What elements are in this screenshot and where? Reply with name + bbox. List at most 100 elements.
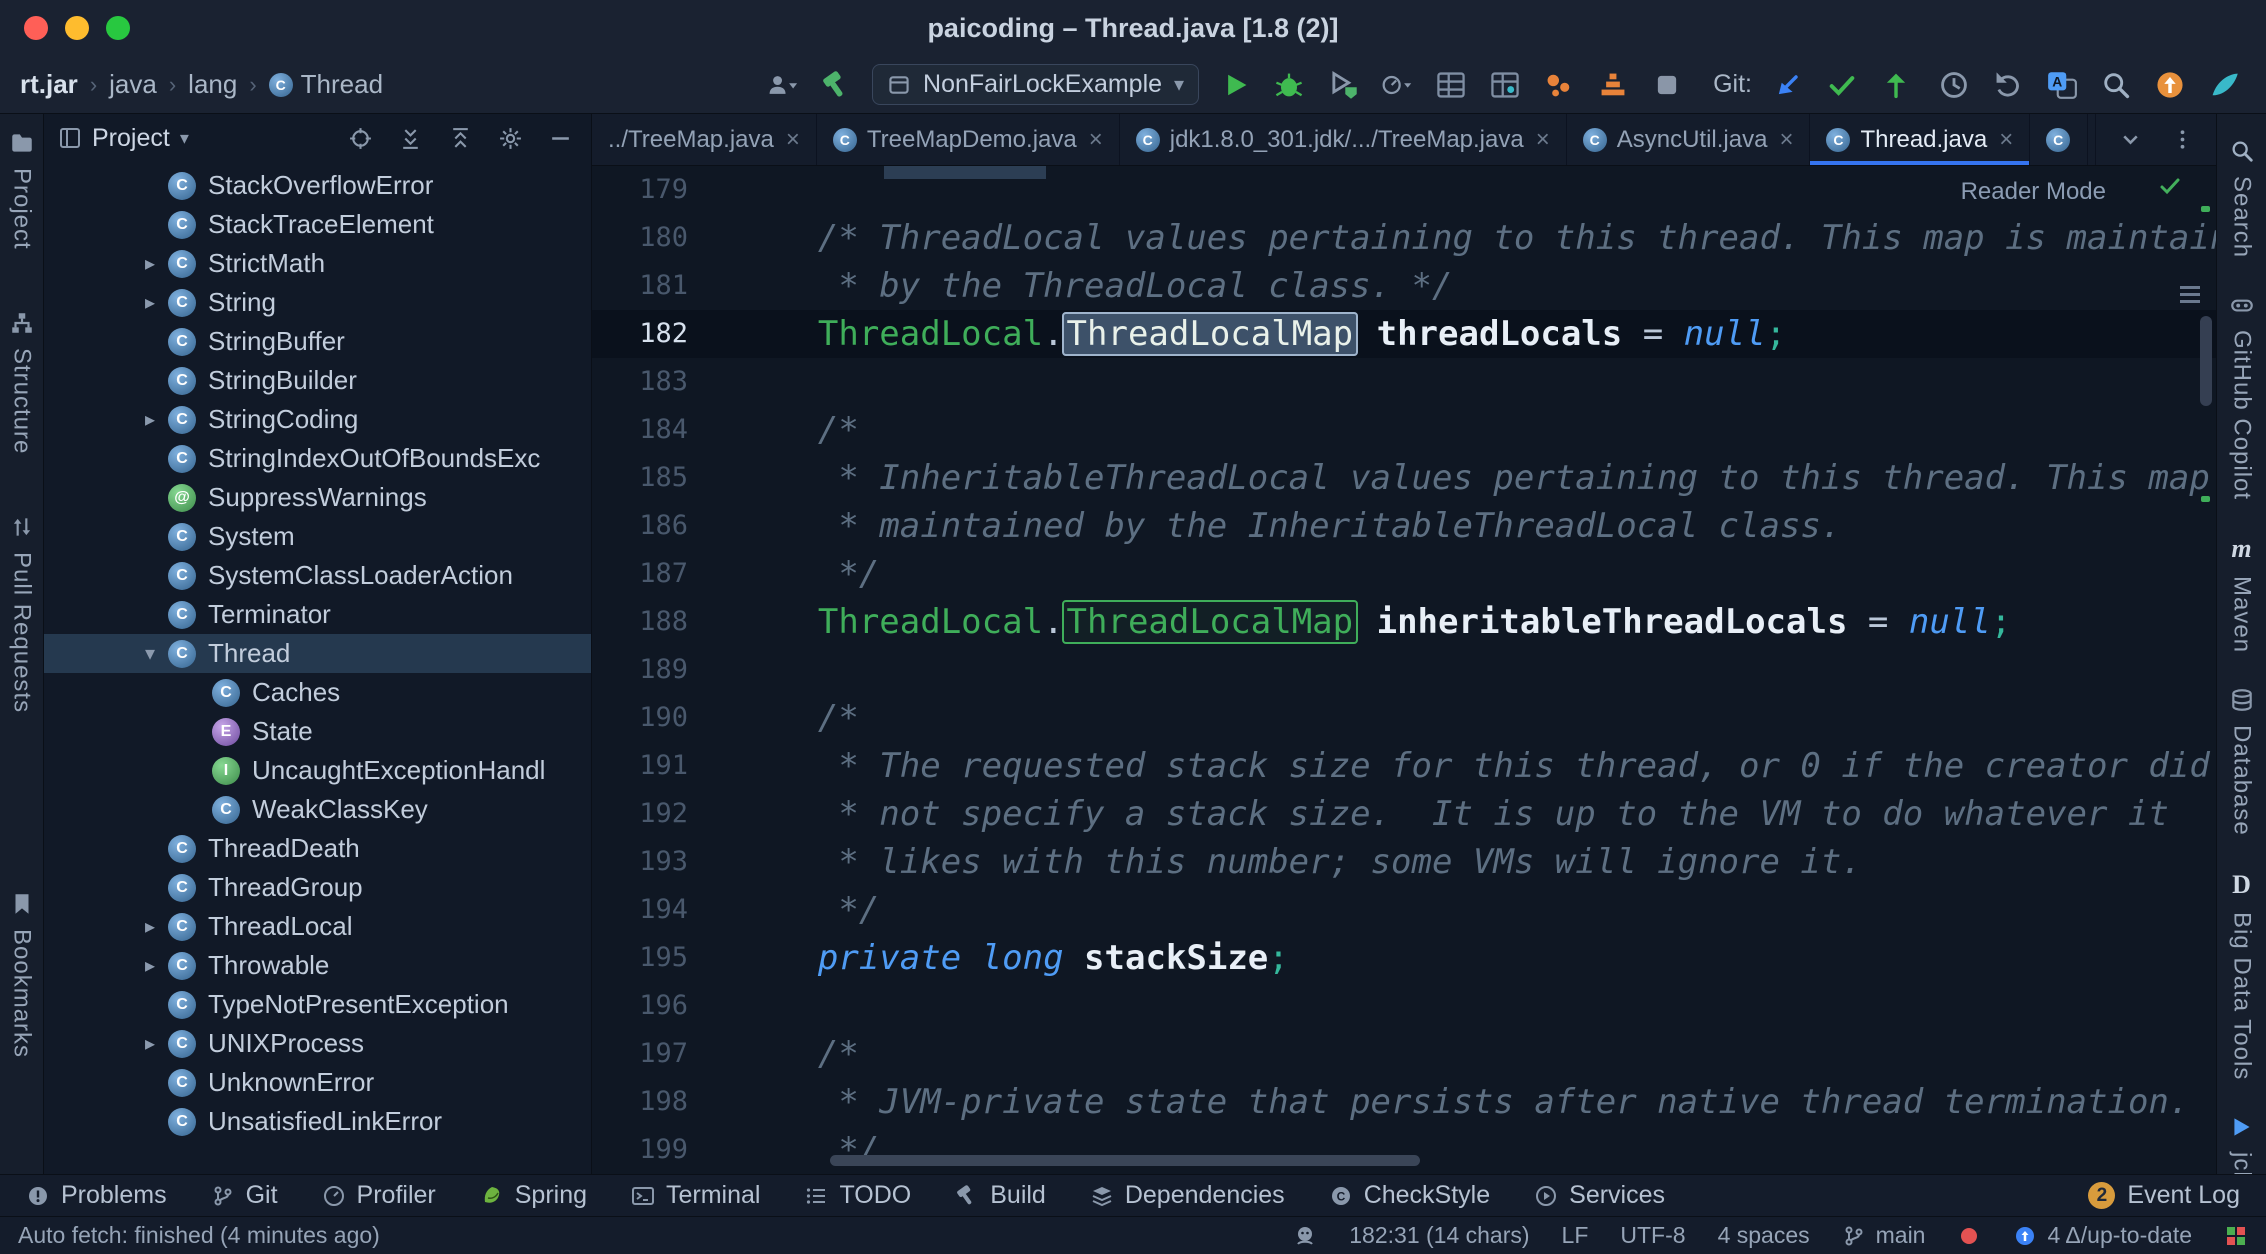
code-line-190[interactable]: 190 /* [592, 694, 2216, 742]
editor-tab-thread-java[interactable]: CThread.java× [1810, 114, 2030, 165]
tool-stripe-button-structure[interactable]: Structure [8, 310, 36, 454]
git-branch-widget[interactable]: main [1842, 1222, 1926, 1249]
tree-item-threadgroup[interactable]: CThreadGroup [44, 868, 591, 907]
tree-item-unknownerror[interactable]: CUnknownError [44, 1063, 591, 1102]
sync-status-widget[interactable]: 4 Δ/up-to-date [2013, 1222, 2192, 1249]
code-line-196[interactable]: 196 [592, 982, 2216, 1030]
tool-window-button-spring[interactable]: Spring [480, 1181, 587, 1210]
hidden-tabs-icon[interactable] [2108, 119, 2152, 161]
code-analysis-icon[interactable] [2180, 286, 2200, 303]
tool-window-button-dependencies[interactable]: Dependencies [1090, 1181, 1285, 1210]
horizontal-scrollbar[interactable] [830, 1155, 1420, 1166]
code-with-me-icon[interactable] [2202, 64, 2246, 106]
tool-stripe-button-search[interactable]: Search [2228, 138, 2256, 258]
event-log-button[interactable]: 2 Event Log [2088, 1181, 2240, 1210]
thread-dump-icon[interactable] [1483, 64, 1527, 106]
code-line-180[interactable]: 180 /* ThreadLocal values pertaining to … [592, 214, 2216, 262]
tree-item-stacktraceelement[interactable]: CStackTraceElement [44, 205, 591, 244]
editor-tab-partial[interactable]: C [2030, 114, 2088, 165]
history-icon[interactable] [1932, 64, 1976, 106]
tree-item-suppresswarnings[interactable]: @SuppressWarnings [44, 478, 591, 517]
code-line-187[interactable]: 187 */ [592, 550, 2216, 598]
code-line-189[interactable]: 189 [592, 646, 2216, 694]
search-icon[interactable] [2094, 64, 2138, 106]
tool-window-button-checkstyle[interactable]: CCheckStyle [1329, 1181, 1490, 1210]
code-line-188[interactable]: 188 ThreadLocal.ThreadLocalMap inheritab… [592, 598, 2216, 646]
run-coverage-icon[interactable] [1321, 64, 1365, 106]
tool-stripe-button-project[interactable]: Project [8, 130, 36, 250]
translate-icon[interactable]: A [2040, 64, 2084, 106]
hide-icon[interactable] [543, 121, 577, 155]
code-line-181[interactable]: 181 * by the ThreadLocal class. */ [592, 262, 2216, 310]
tree-item-uncaughtexceptionhandl[interactable]: IUncaughtExceptionHandl [44, 751, 591, 790]
code-line-182[interactable]: 182 ThreadLocal.ThreadLocalMap threadLoc… [592, 310, 2216, 358]
code-line-193[interactable]: 193 * likes with this number; some VMs w… [592, 838, 2216, 886]
settings-icon[interactable] [493, 121, 527, 155]
chevron-down-icon[interactable]: ▾ [180, 128, 189, 149]
profiler-icon[interactable] [1375, 64, 1419, 106]
tool-stripe-button-database[interactable]: Database [2228, 687, 2256, 836]
tree-item-stackoverflowerror[interactable]: CStackOverflowError [44, 166, 591, 205]
tree-chevron[interactable]: ▸ [132, 407, 168, 432]
close-button[interactable] [24, 16, 48, 40]
code-line-198[interactable]: 198 * JVM-private state that persists af… [592, 1078, 2216, 1126]
tool-window-button-services[interactable]: Services [1534, 1181, 1665, 1210]
async-profiler-icon[interactable] [1537, 64, 1581, 106]
breadcrumb-item-rt-jar[interactable]: rt.jar [20, 69, 78, 100]
tree-chevron[interactable]: ▸ [132, 953, 168, 978]
push-icon[interactable] [1874, 64, 1918, 106]
tree-item-system[interactable]: CSystem [44, 517, 591, 556]
code-editor[interactable]: 179180 /* ThreadLocal values pertaining … [592, 166, 2216, 1174]
flame-graph-icon[interactable] [1591, 64, 1635, 106]
tree-item-stringcoding[interactable]: ▸CStringCoding [44, 400, 591, 439]
close-icon[interactable]: × [1999, 126, 2013, 154]
tree-item-state[interactable]: EState [44, 712, 591, 751]
github-icon[interactable] [1293, 1224, 1317, 1248]
inspections-icon[interactable] [2158, 174, 2182, 198]
run-icon[interactable] [1213, 64, 1257, 106]
tree-chevron[interactable]: ▸ [132, 290, 168, 315]
breadcrumb-item-thread[interactable]: CThread [269, 69, 383, 100]
close-icon[interactable]: × [1536, 126, 1550, 154]
tool-stripe-button-pull-requests[interactable]: Pull Requests [8, 514, 36, 713]
minimize-button[interactable] [65, 16, 89, 40]
tool-window-button-problems[interactable]: Problems [26, 1181, 167, 1210]
tree-item-string[interactable]: ▸CString [44, 283, 591, 322]
code-line-184[interactable]: 184 /* [592, 406, 2216, 454]
tree-item-stringindexoutofboundsexc[interactable]: CStringIndexOutOfBoundsExc [44, 439, 591, 478]
tool-window-button-terminal[interactable]: Terminal [631, 1181, 760, 1210]
tree-chevron[interactable]: ▸ [132, 1031, 168, 1056]
tool-window-button-build[interactable]: Build [955, 1181, 1046, 1210]
editor-tab-treemapdemo-java[interactable]: CTreeMapDemo.java× [817, 114, 1120, 165]
tool-stripe-button-maven[interactable]: mMaven [2228, 534, 2256, 653]
tree-item-terminator[interactable]: CTerminator [44, 595, 591, 634]
concurrency-diagram-icon[interactable] [1429, 64, 1473, 106]
code-line-192[interactable]: 192 * not specify a stack size. It is up… [592, 790, 2216, 838]
close-icon[interactable]: × [786, 126, 800, 154]
update-project-icon[interactable] [1766, 64, 1810, 106]
background-tasks-icon[interactable] [2224, 1224, 2248, 1248]
run-configuration-select[interactable]: NonFairLockExample ▾ [872, 64, 1199, 105]
line-separator[interactable]: LF [1562, 1222, 1589, 1249]
tool-stripe-button-big-data-tools[interactable]: DBig Data Tools [2228, 870, 2256, 1080]
close-icon[interactable]: × [1089, 126, 1103, 154]
tree-item-throwable[interactable]: ▸CThrowable [44, 946, 591, 985]
tree-item-typenotpresentexception[interactable]: CTypeNotPresentException [44, 985, 591, 1024]
more-icon[interactable] [2160, 119, 2204, 161]
tool-window-button-todo[interactable]: TODO [804, 1181, 911, 1210]
code-line-199[interactable]: 199 */ [592, 1126, 2216, 1174]
tree-item-weakclasskey[interactable]: CWeakClassKey [44, 790, 591, 829]
tree-item-threadlocal[interactable]: ▸CThreadLocal [44, 907, 591, 946]
tree-chevron[interactable]: ▾ [132, 641, 168, 666]
tree-item-unixprocess[interactable]: ▸CUNIXProcess [44, 1024, 591, 1063]
tree-item-thread[interactable]: ▾CThread [44, 634, 591, 673]
tool-stripe-button-github-copilot[interactable]: GitHub Copilot [2228, 292, 2256, 500]
code-line-195[interactable]: 195 private long stackSize; [592, 934, 2216, 982]
tree-item-stringbuilder[interactable]: CStringBuilder [44, 361, 591, 400]
debug-icon[interactable] [1267, 64, 1311, 106]
breadcrumb-item-lang[interactable]: lang [188, 69, 237, 100]
tree-item-unsatisfiedlinkerror[interactable]: CUnsatisfiedLinkError [44, 1102, 591, 1141]
editor-tab-jdk1-8-0-301-jdk-treemap-java[interactable]: Cjdk1.8.0_301.jdk/.../TreeMap.java× [1120, 114, 1567, 165]
file-encoding[interactable]: UTF-8 [1620, 1222, 1685, 1249]
code-line-185[interactable]: 185 * InheritableThreadLocal values pert… [592, 454, 2216, 502]
